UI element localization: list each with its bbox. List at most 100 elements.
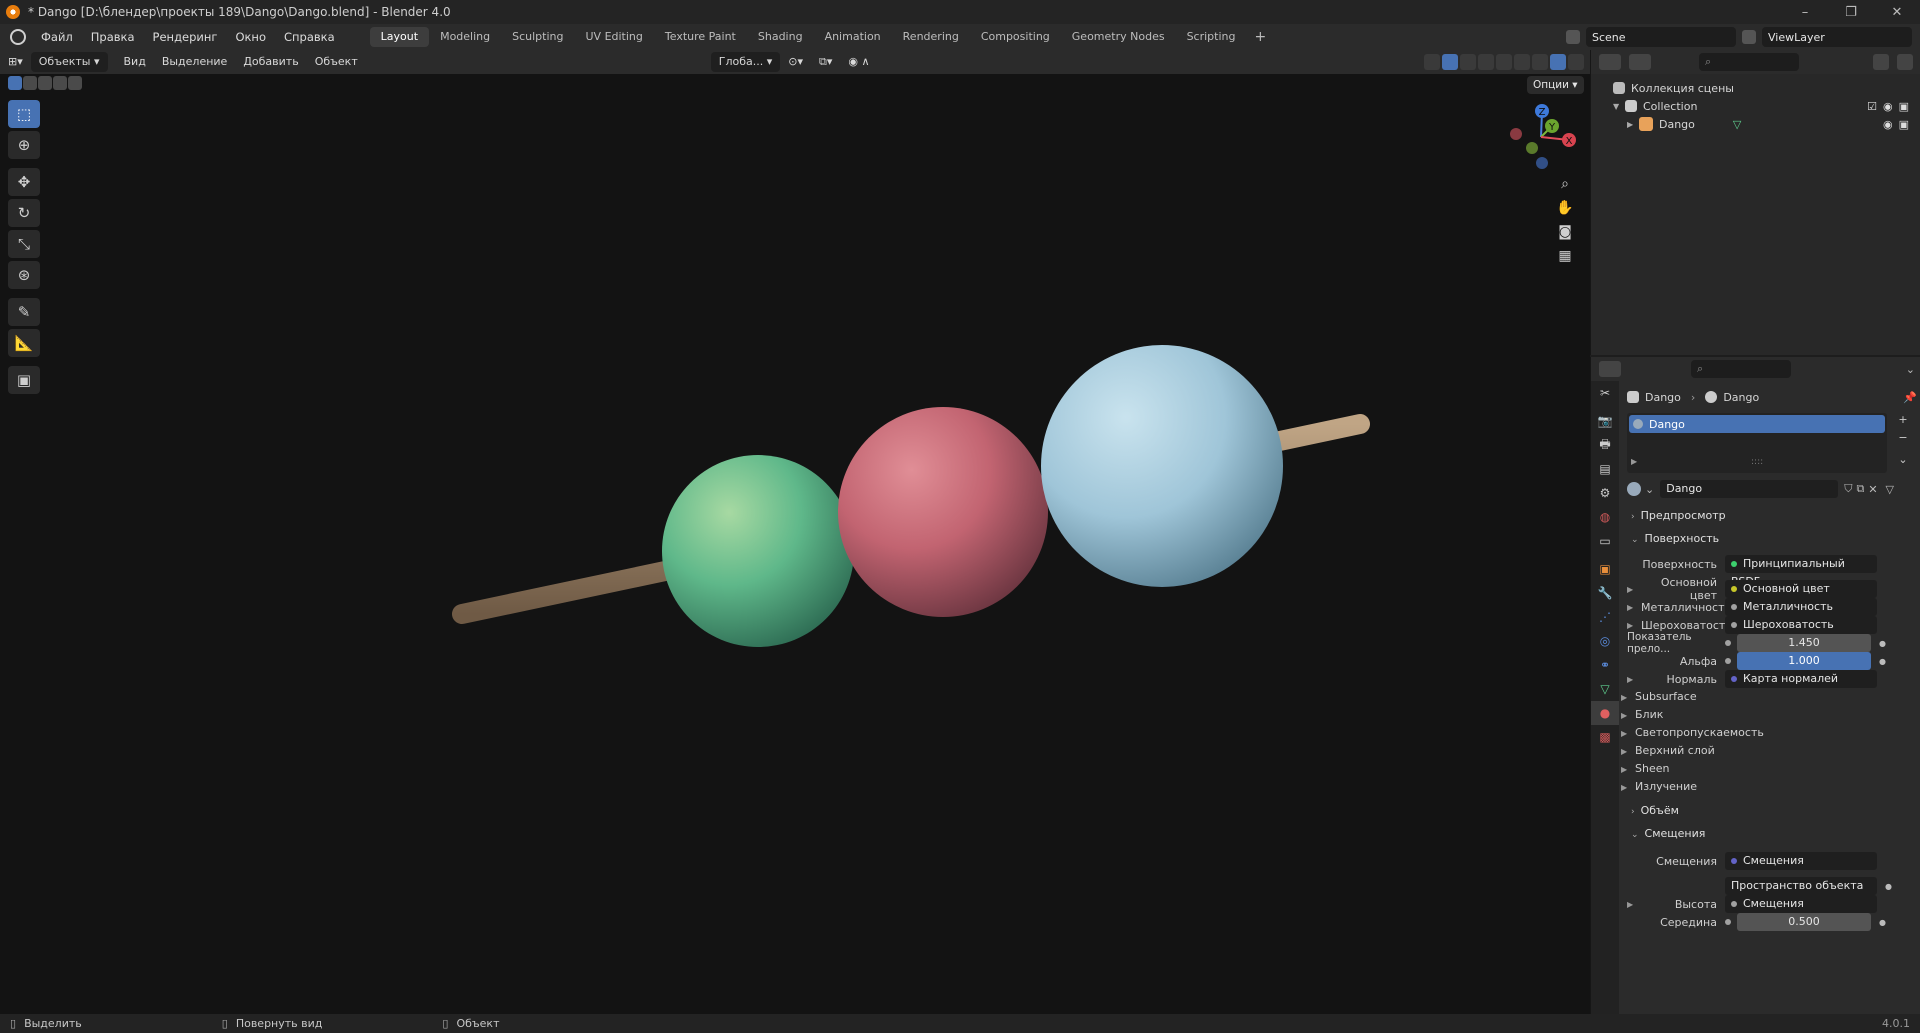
link-mode-icon[interactable]: ▽ [1886,483,1894,496]
keyframe-dot-icon[interactable]: ● [1879,918,1886,927]
material-tab-icon[interactable]: ● [1591,701,1619,725]
visibility-icon[interactable] [1424,54,1440,70]
eye-icon[interactable]: ◉ [1883,100,1893,113]
view-layer-tab-icon[interactable]: ▤ [1591,457,1619,481]
exclude-checkbox-icon[interactable]: ☑ [1867,100,1877,113]
pin-icon[interactable]: 📌 [1903,391,1917,404]
expand-object-icon[interactable]: ▶ [1627,120,1639,129]
input-expand-icon[interactable]: ▶ [1627,585,1641,594]
breadcrumb-material[interactable]: Dango [1723,391,1759,404]
texture-tab-icon[interactable]: ▩ [1591,725,1619,749]
new-collection-icon[interactable] [1897,54,1913,70]
menu-select[interactable]: Выделение [154,52,236,72]
keyframe-dot-icon[interactable]: ● [1885,882,1892,891]
input-expand-icon[interactable]: ▶ [1627,675,1641,684]
roughness-field[interactable]: Шероховатость [1725,616,1877,634]
tab-rendering[interactable]: Rendering [892,27,970,47]
xray-icon[interactable] [1478,54,1494,70]
eye-icon[interactable]: ◉ [1883,118,1893,131]
collapse-chevron-icon[interactable]: ⌄ [1906,363,1915,376]
list-resize-handle[interactable]: :::: [1751,457,1763,467]
metallic-field[interactable]: Металличность [1725,598,1877,616]
blender-logo-icon[interactable] [10,29,26,45]
filter-icon[interactable] [1873,54,1889,70]
unlink-material-icon[interactable]: ✕ [1868,483,1877,496]
add-cube-tool-icon[interactable]: ▣ [8,366,40,394]
menu-window[interactable]: Окно [226,24,275,50]
outliner-collection-row[interactable]: ▼ Collection ☑ ◉ ▣ [1613,96,1913,116]
browse-material-icon[interactable] [1627,482,1641,496]
select-invert-icon[interactable] [53,76,67,90]
mesh-data-icon[interactable]: ▽ [1733,118,1741,131]
subpanel-specular[interactable]: ▶ Блик [1621,705,1663,725]
transform-tool-icon[interactable]: ⊛ [8,261,40,289]
minimize-button[interactable]: – [1782,5,1828,20]
displacement-space-dropdown[interactable]: Пространство объекта⌄ [1725,877,1877,910]
output-tab-icon[interactable]: 🖶 [1591,433,1619,457]
object-tab-icon[interactable]: ▣ [1591,557,1619,581]
midlevel-field[interactable]: 0.500 [1737,913,1871,931]
tab-shading[interactable]: Shading [747,27,814,47]
material-preview-icon[interactable] [1532,54,1548,70]
surface-shader-field[interactable]: Принципиальный BSDF [1725,555,1877,588]
scene-tab-icon[interactable]: ⚙ [1591,481,1619,505]
outliner-scene-collection[interactable]: Коллекция сцены [1613,78,1913,98]
height-field[interactable]: Смещения [1725,895,1877,913]
snap-icon[interactable]: ⧉▾ [811,52,840,72]
slot-specials-button[interactable]: ⌄ [1893,453,1913,471]
subpanel-subsurface[interactable]: ▶ Subsurface [1621,687,1697,707]
ior-field[interactable]: 1.450 [1737,634,1871,652]
material-slot-item[interactable]: Dango [1629,415,1885,433]
material-name-field[interactable]: Dango [1660,480,1839,498]
base-color-field[interactable]: Основной цвет [1725,580,1877,598]
expand-collection-icon[interactable]: ▼ [1613,102,1625,111]
menu-view[interactable]: Вид [116,52,154,72]
dango-blue-ball[interactable] [1041,345,1283,587]
tab-modeling[interactable]: Modeling [429,27,501,47]
camera-icon[interactable]: ▣ [1899,118,1909,131]
particles-tab-icon[interactable]: ⋰ [1591,605,1619,629]
keyframe-dot-icon[interactable]: ● [1879,639,1886,648]
browse-chevron-icon[interactable]: ⌄ [1645,483,1654,496]
add-slot-button[interactable]: + [1893,413,1913,431]
remove-slot-button[interactable]: − [1893,431,1913,449]
tab-animation[interactable]: Animation [814,27,892,47]
editor-type-icon[interactable]: ⊞▾ [0,52,31,72]
gizmo-toggle-icon[interactable] [1442,54,1458,70]
menu-render[interactable]: Рендеринг [144,24,227,50]
section-surface[interactable]: ⌄ Поверхность [1619,528,1920,550]
constraints-tab-icon[interactable]: ⚭ [1591,653,1619,677]
grid-perspective-icon[interactable]: ▦ [1553,244,1577,268]
zoom-icon[interactable]: ⌕ [1553,172,1577,196]
rotate-tool-icon[interactable]: ↻ [8,199,40,227]
select-intersect-icon[interactable] [68,76,82,90]
input-expand-icon[interactable]: ▶ [1627,900,1641,909]
subpanel-emission[interactable]: ▶ Излучение [1621,777,1697,797]
tab-geometry-nodes[interactable]: Geometry Nodes [1061,27,1176,47]
wireframe-shading-icon[interactable] [1496,54,1512,70]
view-layer-selector[interactable]: ViewLayer [1762,27,1912,47]
menu-object[interactable]: Объект [307,52,366,72]
annotate-tool-icon[interactable]: ✎ [8,298,40,326]
proportional-edit-icon[interactable]: ◉ ∧ [840,52,877,72]
tab-compositing[interactable]: Compositing [970,27,1061,47]
list-expand-icon[interactable]: ▶ [1631,457,1637,466]
display-mode-icon[interactable] [1629,54,1651,70]
properties-search-input[interactable]: ⌕ [1691,360,1791,378]
subpanel-transmission[interactable]: ▶ Светопропускаемость [1621,723,1764,743]
duplicate-material-icon[interactable]: ⧉ [1856,482,1864,496]
cursor-tool-icon[interactable]: ⊕ [8,131,40,159]
menu-file[interactable]: Файл [32,24,82,50]
alpha-slider[interactable]: 1.000 [1737,652,1871,670]
subpanel-sheen[interactable]: ▶ Sheen [1621,759,1669,779]
transform-orientation-selector[interactable]: Глоба... ▾ [710,52,781,72]
tab-texture-paint[interactable]: Texture Paint [654,27,747,47]
mesh-data-tab-icon[interactable]: ▽ [1591,677,1619,701]
tab-scripting[interactable]: Scripting [1176,27,1247,47]
section-volume[interactable]: › Объём [1619,800,1920,822]
select-extend-icon[interactable] [23,76,37,90]
outliner-editor-type-icon[interactable] [1599,54,1621,70]
3d-viewport[interactable]: Z Y X Опции ▾ ⌕ ✋ ◙ ▦ [0,74,1590,1014]
menu-add[interactable]: Добавить [235,52,306,72]
keyframe-dot-icon[interactable]: ● [1879,657,1886,666]
